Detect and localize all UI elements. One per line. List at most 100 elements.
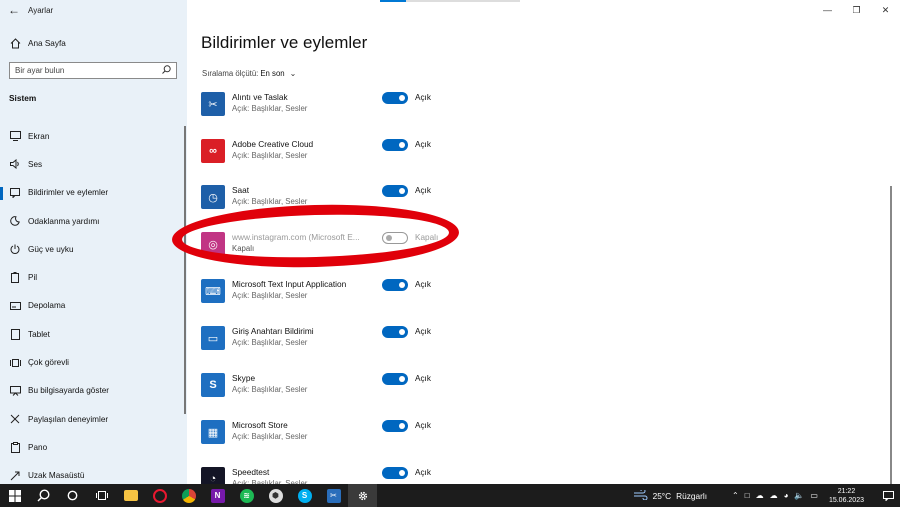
home-nav-item[interactable]: Ana Sayfa	[0, 33, 187, 53]
search-icon[interactable]	[162, 65, 171, 76]
search-icon[interactable]	[29, 484, 58, 507]
notifications-page: Bildirimler ve eylemler Sıralama ölçütü:…	[187, 0, 900, 491]
chevron-down-icon: ⌄	[289, 69, 297, 78]
app-notification-row[interactable]: ◎ www.instagram.com (Microsoft E... Kapalı…	[201, 230, 461, 266]
toggle-state-label: Açık	[415, 93, 431, 102]
title-bar: ← Ayarlar	[0, 0, 187, 20]
skype-icon[interactable]: S	[290, 484, 319, 507]
battery-icon[interactable]: ▭	[810, 491, 818, 500]
onenote-glyph: N	[210, 488, 225, 503]
sidebar-item-power[interactable]: Güç ve uyku	[0, 235, 187, 263]
minimize-icon[interactable]: —	[813, 0, 842, 20]
notification-toggle[interactable]	[382, 139, 408, 151]
file-explorer-icon[interactable]	[116, 484, 145, 507]
notification-toggle[interactable]	[382, 420, 408, 432]
page-title: Bildirimler ve eylemler	[201, 33, 368, 52]
sidebar-item-multitasking[interactable]: Çok görevli	[0, 348, 187, 376]
onenote-icon[interactable]: N	[203, 484, 232, 507]
action-center-icon[interactable]	[876, 490, 900, 501]
remote-desktop-icon	[9, 470, 21, 482]
close-icon[interactable]: ✕	[871, 0, 900, 20]
weather-text: Rüzgarlı	[676, 490, 708, 501]
sidebar-item-label: Bu bilgisayarda göster	[28, 386, 110, 396]
toggle-state-label: Açık	[415, 186, 431, 195]
main-scrollbar[interactable]	[890, 186, 892, 484]
power-icon	[9, 243, 21, 255]
sidebar-item-label: Pil	[28, 273, 38, 283]
notification-toggle[interactable]	[382, 232, 408, 244]
weather-widget[interactable]: 25°C Rüzgarlı	[633, 488, 708, 502]
weather-temp: 25°C	[652, 490, 672, 501]
tablet-icon	[9, 328, 21, 340]
sidebar-item-clipboard[interactable]: Pano	[0, 433, 187, 461]
back-arrow-icon[interactable]: ←	[0, 0, 28, 20]
settings-search-box[interactable]	[9, 62, 177, 79]
sidebar-item-notifications[interactable]: Bildirimler ve eylemler	[0, 179, 187, 207]
app-name: Giriş Anahtarı Bildirimi	[232, 326, 314, 336]
onedrive-cloud-icon[interactable]: ☁	[756, 491, 764, 500]
app-notification-summary: Açık: Başlıklar, Sesler	[232, 104, 308, 113]
snip-sketch-icon[interactable]: ✂	[319, 484, 348, 507]
notification-toggle[interactable]	[382, 326, 408, 338]
notification-toggle[interactable]	[382, 467, 408, 479]
app-notification-summary: Kapalı	[232, 244, 255, 253]
store-icon: ▦	[201, 420, 225, 444]
language-icon[interactable]: □	[745, 491, 750, 500]
sidebar-item-storage[interactable]: Depolama	[0, 292, 187, 320]
app-notification-row[interactable]: ∞ Adobe Creative Cloud Açık: Başlıklar, Se…	[201, 137, 461, 173]
chevron-up-icon[interactable]: ⌃	[732, 491, 739, 500]
notification-toggle[interactable]	[382, 279, 408, 291]
toggle-state-label: Açık	[415, 140, 431, 149]
task-view-icon[interactable]	[87, 484, 116, 507]
notification-toggle[interactable]	[382, 373, 408, 385]
cortana-icon[interactable]	[58, 484, 87, 507]
app-cube-icon[interactable]: ⬢	[261, 484, 290, 507]
toggle-state-label: Açık	[415, 374, 431, 383]
sidebar-item-label: Paylaşılan deneyimler	[28, 414, 109, 424]
sidebar-item-focus-assist[interactable]: Odaklanma yardımı	[0, 207, 187, 235]
app-notification-row[interactable]: ✂ Alıntı ve Taslak Açık: Başlıklar, Sesler…	[201, 90, 461, 126]
toggle-state-label: Açık	[415, 327, 431, 336]
app-title: Ayarlar	[28, 5, 54, 15]
sidebar-item-label: Odaklanma yardımı	[28, 216, 100, 226]
clock[interactable]: 21:22 15.06.2023	[829, 487, 864, 505]
sidebar-item-tablet[interactable]: Tablet	[0, 320, 187, 348]
spotify-icon[interactable]: ≋	[232, 484, 261, 507]
app-notification-row[interactable]: ▦ Microsoft Store Açık: Başlıklar, Sesler A…	[201, 418, 461, 454]
app-notification-row[interactable]: ▭ Giriş Anahtarı Bildirimi Açık: Başlıklar…	[201, 324, 461, 360]
settings-gear-icon[interactable]	[348, 484, 377, 507]
spotify-glyph: ≋	[239, 488, 254, 503]
sidebar-item-sound[interactable]: Ses	[0, 150, 187, 178]
sidebar-item-display[interactable]: Ekran	[0, 122, 187, 150]
app-notification-row[interactable]: ⌨ Microsoft Text Input Application Açık: B…	[201, 277, 461, 313]
windows-start-icon[interactable]	[0, 484, 29, 507]
wind-icon	[633, 488, 648, 502]
volume-icon[interactable]: 🔈	[794, 491, 804, 500]
sidebar-item-label: Tablet	[28, 329, 50, 339]
app-name: Speedtest	[232, 467, 270, 477]
sort-dropdown[interactable]: Sıralama ölçütü: En son ⌄	[202, 69, 296, 78]
sidebar-item-label: Ses	[28, 159, 43, 169]
opera-icon[interactable]	[145, 484, 174, 507]
search-input[interactable]	[15, 66, 155, 75]
top-edge-accent	[380, 0, 406, 2]
cloud-icon[interactable]: ☁	[770, 491, 778, 500]
sidebar-item-battery[interactable]: Pil	[0, 263, 187, 291]
maximize-icon[interactable]: ❐	[842, 0, 871, 20]
sidebar-item-label: Güç ve uyku	[28, 244, 74, 254]
home-label: Ana Sayfa	[28, 38, 66, 48]
sidebar-scrollbar[interactable]	[184, 126, 186, 414]
chrome-icon[interactable]	[174, 484, 203, 507]
passkey-icon: ▭	[201, 326, 225, 350]
sidebar-item-projecting[interactable]: Bu bilgisayarda göster	[0, 377, 187, 405]
toggle-state-label: Kapalı	[415, 233, 439, 242]
wifi-icon[interactable]: ◕	[784, 491, 789, 500]
notification-toggle[interactable]	[382, 185, 408, 197]
app-notification-row[interactable]: S Skype Açık: Başlıklar, Sesler Açık	[201, 371, 461, 407]
notifications-icon	[9, 187, 21, 199]
app-notification-row[interactable]: ◷ Saat Açık: Başlıklar, Sesler Açık	[201, 183, 461, 219]
sort-value: En son	[260, 69, 285, 78]
notification-toggle[interactable]	[382, 92, 408, 104]
cube-glyph: ⬢	[268, 488, 283, 503]
sidebar-item-shared-experiences[interactable]: Paylaşılan deneyimler	[0, 405, 187, 433]
